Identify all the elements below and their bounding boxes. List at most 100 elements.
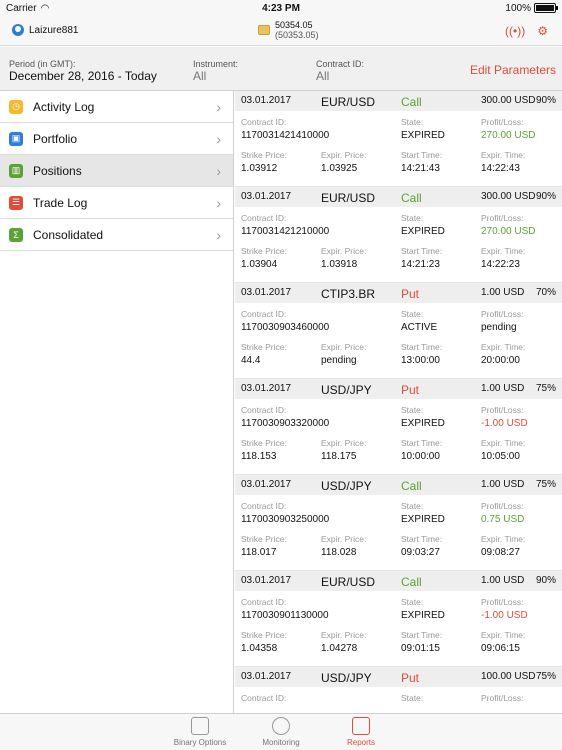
trade-payout-percent: 75% xyxy=(535,671,556,682)
strike-price: Strike Price: 1.03912 xyxy=(241,150,287,174)
status-bar: Carrier ◠ 4:23 PM 100% xyxy=(0,0,562,16)
sidebar-item-portfolio[interactable]: ▣ Portfolio › xyxy=(0,123,233,155)
sidebar-item-positions[interactable]: ▥ Positions › xyxy=(0,155,233,187)
start-time: Start Time: 09:03:27 xyxy=(401,534,443,558)
period-value: December 28, 2016 - Today xyxy=(9,69,157,83)
trade-type: Call xyxy=(401,575,422,589)
contract-id: Contract ID: 1170031421410000 xyxy=(241,117,330,141)
sidebar-item-label: Portfolio xyxy=(33,131,78,146)
trade-date: 03.01.2017 xyxy=(241,383,292,394)
trade-instrument: USD/JPY xyxy=(321,479,372,493)
briefcase-icon: ▣ xyxy=(9,131,23,146)
trade-state: State: ACTIVE xyxy=(401,309,438,333)
sidebar-item-consolidated[interactable]: Σ Consolidated › xyxy=(0,219,233,251)
contract-id: Contract ID: 1170030903320000 xyxy=(241,405,330,429)
period-filter[interactable]: Period (in GMT): December 28, 2016 - Tod… xyxy=(9,59,157,83)
expiry-time: Expir. Time: 09:06:15 xyxy=(481,630,526,654)
start-time: Start Time: 10:00:00 xyxy=(401,438,443,462)
positions-list[interactable]: 03.01.2017 EUR/USD Call 300.00 USD 90% Contra… xyxy=(235,91,562,713)
signal-icon[interactable]: ((•)) xyxy=(505,24,525,38)
tab-binary-options[interactable]: Binary Options xyxy=(165,717,235,747)
trade-instrument: CTIP3.BR xyxy=(321,287,376,301)
carrier-label: Carrier xyxy=(6,2,37,14)
trade-header: 03.01.2017 USD/JPY Call 1.00 USD 75% xyxy=(235,475,562,495)
start-time: Start Time: 14:21:23 xyxy=(401,246,443,270)
chevron-right-icon: › xyxy=(216,130,221,147)
contract-id: Contract ID: xyxy=(241,693,287,703)
trade-state: State: EXPIRED xyxy=(401,501,445,525)
chevron-right-icon: › xyxy=(216,98,221,115)
tab-monitoring[interactable]: Monitoring xyxy=(246,717,316,747)
chevron-right-icon: › xyxy=(216,226,221,243)
trade-amount: 1.00 USD xyxy=(481,479,525,490)
trade-payout-percent: 75% xyxy=(535,383,556,394)
trade-payout-percent: 75% xyxy=(535,479,556,490)
trade-card[interactable]: 03.01.2017 EUR/USD Call 300.00 USD 90% Contra… xyxy=(235,91,562,187)
trade-date: 03.01.2017 xyxy=(241,191,292,202)
user-account[interactable]: Laizure881 xyxy=(12,24,78,36)
trade-instrument: USD/JPY xyxy=(321,671,372,685)
trade-header: 03.01.2017 EUR/USD Call 1.00 USD 90% xyxy=(235,571,562,591)
trade-card[interactable]: 03.01.2017 USD/JPY Call 1.00 USD 75% Contract… xyxy=(235,475,562,571)
trade-instrument: EUR/USD xyxy=(321,191,376,205)
contract-value: All xyxy=(316,69,330,83)
expiry-price: Expir. Price: 118.028 xyxy=(321,534,367,558)
trade-date: 03.01.2017 xyxy=(241,479,292,490)
contract-filter[interactable]: Contract ID: All xyxy=(316,59,364,83)
trade-type: Put xyxy=(401,671,420,685)
sidebar-item-label: Trade Log xyxy=(33,195,88,210)
expiry-time: Expir. Time: 20:00:00 xyxy=(481,342,526,366)
balance-display: 50354.05 (50353.05) xyxy=(258,20,319,40)
sidebar: ◷ Activity Log › ▣ Portfolio › ▥ Positions › ☰ Tra… xyxy=(0,91,234,713)
strike-price: Strike Price: 118.153 xyxy=(241,438,287,462)
sidebar-item-trade-log[interactable]: ☰ Trade Log › xyxy=(0,187,233,219)
edit-parameters-button[interactable]: Edit Parameters xyxy=(470,63,556,77)
trade-card[interactable]: 03.01.2017 USD/JPY Put 1.00 USD 75% Contract … xyxy=(235,379,562,475)
instrument-value: All xyxy=(193,69,207,83)
sidebar-item-activity-log[interactable]: ◷ Activity Log › xyxy=(0,91,233,123)
user-icon xyxy=(12,24,24,36)
trade-instrument: EUR/USD xyxy=(321,95,376,109)
balance-value: 50354.05 xyxy=(275,20,313,30)
profit-loss: Profit/Loss: pending xyxy=(481,309,524,333)
wifi-icon: ◠ xyxy=(40,2,50,14)
sidebar-item-label: Consolidated xyxy=(33,227,104,242)
trade-card[interactable]: 03.01.2017 CTIP3.BR Put 1.00 USD 70% Contract… xyxy=(235,283,562,379)
expiry-time: Expir. Time: 14:22:43 xyxy=(481,150,526,174)
trade-state: State: EXPIRED xyxy=(401,213,445,237)
profit-loss: Profit/Loss: 0.75 USD xyxy=(481,501,525,525)
start-time: Start Time: 13:00:00 xyxy=(401,342,443,366)
profit-loss: Profit/Loss: 270.00 USD xyxy=(481,213,536,237)
expiry-price: Expir. Price: pending xyxy=(321,342,367,366)
trade-amount: 300.00 USD xyxy=(481,191,536,202)
tab-reports[interactable]: Reports xyxy=(326,717,396,747)
battery-percent: 100% xyxy=(505,2,531,14)
trade-card[interactable]: 03.01.2017 EUR/USD Call 1.00 USD 90% Contract… xyxy=(235,571,562,667)
strike-price: Strike Price: 1.03904 xyxy=(241,246,287,270)
profit-loss: Profit/Loss: -1.00 USD xyxy=(481,597,528,621)
trade-header: 03.01.2017 USD/JPY Put 1.00 USD 75% xyxy=(235,379,562,399)
monitoring-icon xyxy=(272,717,290,735)
battery-icon xyxy=(534,3,558,13)
trade-state: State: xyxy=(401,693,424,703)
instrument-filter[interactable]: Instrument: All xyxy=(193,59,238,83)
sigma-icon: Σ xyxy=(9,227,23,242)
trade-type: Call xyxy=(401,191,422,205)
trade-payout-percent: 90% xyxy=(535,95,556,106)
expiry-time: Expir. Time: 14:22:23 xyxy=(481,246,526,270)
clock: 4:23 PM xyxy=(262,2,300,14)
contract-id: Contract ID: 1170030903250000 xyxy=(241,501,330,525)
expiry-time: Expir. Time: 09:08:27 xyxy=(481,534,526,558)
strike-price: Strike Price: 118.017 xyxy=(241,534,287,558)
tab-bar: Binary Options Monitoring Reports xyxy=(0,713,562,750)
trade-card[interactable]: 03.01.2017 USD/JPY Put 100.00 USD 75% Contrac… xyxy=(235,667,562,713)
expiry-price: Expir. Price: 1.03918 xyxy=(321,246,367,270)
strike-price: Strike Price: 44.4 xyxy=(241,342,287,366)
trade-amount: 1.00 USD xyxy=(481,287,525,298)
sidebar-item-label: Activity Log xyxy=(33,99,95,114)
chevron-right-icon: › xyxy=(216,162,221,179)
chevron-right-icon: › xyxy=(216,194,221,211)
trade-card[interactable]: 03.01.2017 EUR/USD Call 300.00 USD 90% Contra… xyxy=(235,187,562,283)
gear-icon[interactable]: ⚙ xyxy=(537,24,548,38)
trade-amount: 100.00 USD xyxy=(481,671,536,682)
